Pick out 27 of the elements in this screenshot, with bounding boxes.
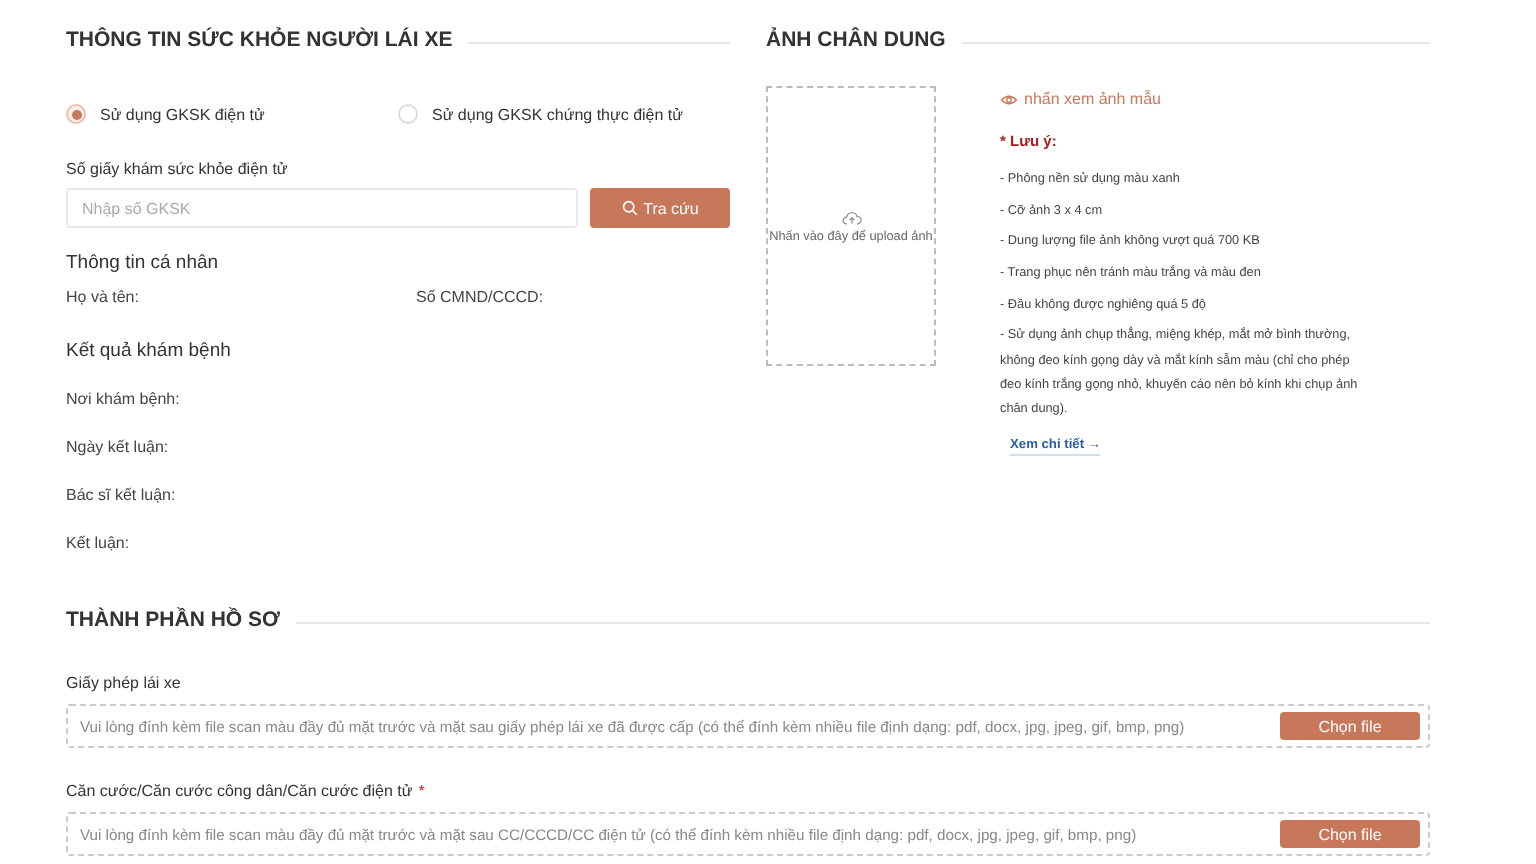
info-label: Nơi khám bệnh:	[66, 390, 182, 410]
input-field[interactable]: Nhập số GKSK	[66, 188, 578, 228]
section-title: ẢNH CHÂN DUNG	[766, 28, 946, 52]
radio-button[interactable]	[398, 104, 418, 124]
info-label: Số CMND/CCCD:	[416, 288, 546, 306]
choose-file-button[interactable]: Chọn file	[1280, 712, 1420, 740]
info-label: Họ và tên:	[66, 288, 141, 306]
eye-icon	[1000, 93, 1018, 105]
radio-label: Sử dụng GKSK điện tử	[100, 105, 265, 123]
search-button[interactable]: Tra cứu	[590, 188, 730, 228]
info-label: Bác sĩ kết luận:	[66, 486, 178, 506]
field-label: Số giấy khám sức khỏe điện tử	[66, 160, 290, 178]
section-title: THÀNH PHẦN HỒ SƠ	[66, 608, 280, 632]
required-mark: *	[418, 782, 425, 800]
field-label: Giấy phép lái xe	[66, 674, 181, 692]
cloud-upload-icon	[841, 209, 861, 225]
choose-file-button[interactable]: Chọn file	[1280, 820, 1420, 848]
subsection-title: Kết quả khám bệnh	[66, 340, 233, 362]
radio-button[interactable]	[66, 104, 86, 124]
sample-link[interactable]: nhấn xem ảnh mẫu	[1000, 90, 1430, 108]
section-title: THÔNG TIN SỨC KHỎE NGƯỜI LÁI XE	[66, 28, 453, 52]
radio-label: Sử dụng GKSK chứng thực điện tử	[432, 105, 683, 123]
search-icon	[621, 200, 638, 216]
subsection-title: Thông tin cá nhân	[66, 252, 221, 274]
field-label: Căn cước/Căn cước công dân/Căn cước điện tử	[66, 782, 413, 800]
info-label: Kết luận:	[66, 534, 132, 554]
info-label: Ngày kết luận:	[66, 438, 171, 458]
